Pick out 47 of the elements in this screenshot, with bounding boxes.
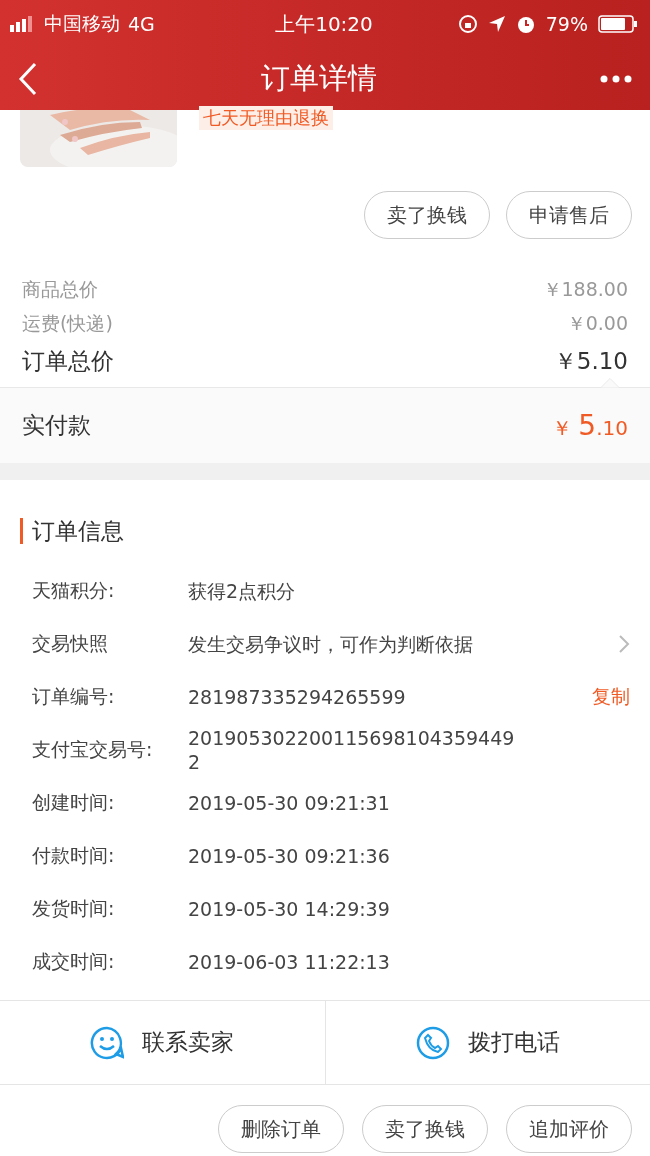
action-button[interactable]: 卖了换钱 [362, 1105, 488, 1153]
info-value: 2019-05-30 09:21:36 [188, 843, 391, 868]
action-button[interactable]: 删除订单 [218, 1105, 344, 1153]
info-value: 发生交易争议时，可作为判断依据 [188, 631, 474, 656]
paid-label: 实付款 [22, 411, 91, 440]
chevron-right-icon [618, 633, 630, 654]
phone-icon [415, 1025, 450, 1060]
contact-button[interactable]: 联系卖家 [0, 1001, 325, 1084]
info-value: 2019-05-30 14:29:39 [188, 896, 391, 921]
contact-button[interactable]: 拨打电话 [324, 1001, 650, 1084]
info-value: 281987335294265599 [188, 684, 407, 709]
network-type: 4G [128, 13, 155, 35]
price-value: ￥5.10 [553, 346, 628, 376]
info-label: 订单编号: [32, 683, 116, 709]
action-button[interactable]: 追加评价 [506, 1105, 632, 1153]
action-button[interactable]: 申请售后 [506, 191, 632, 239]
alarm-icon [515, 14, 536, 34]
chat-face-icon [90, 1025, 125, 1060]
info-label: 天猫积分: [32, 577, 116, 603]
more-icon[interactable] [600, 75, 632, 83]
location-icon [487, 15, 506, 33]
info-label: 发货时间: [32, 895, 116, 921]
return-policy-tag: 七天无理由退换 [199, 106, 333, 130]
info-label: 创建时间: [32, 789, 116, 815]
carrier-name: 中国移动 [44, 11, 120, 36]
info-value: 2019-06-03 11:22:13 [188, 949, 391, 974]
info-value: 2019053022001156981043594492 [188, 725, 516, 774]
battery-percent: 79% [545, 13, 588, 35]
price-label: 运费(快递) [22, 311, 113, 336]
price-label: 商品总价 [22, 277, 98, 302]
price-label: 订单总价 [22, 346, 114, 376]
rotation-lock-icon [457, 14, 478, 34]
back-icon[interactable] [18, 62, 38, 96]
info-label: 成交时间: [32, 948, 116, 974]
action-button[interactable]: 卖了换钱 [364, 191, 490, 239]
page-title: 订单详情 [260, 60, 378, 97]
status-time: 上午10:20 [274, 10, 374, 38]
info-value: 获得2点积分 [188, 578, 297, 603]
price-value: ￥188.00 [542, 277, 628, 302]
info-label: 支付宝交易号: [32, 736, 154, 762]
info-value: 2019-05-30 09:21:31 [188, 790, 391, 815]
price-value: ￥0.00 [566, 311, 628, 336]
battery-icon [598, 15, 638, 33]
info-label: 付款时间: [32, 842, 116, 868]
paid-amount: ￥ 5.10 [552, 409, 628, 442]
section-title: 订单信息 [20, 518, 630, 544]
info-label: 交易快照 [32, 630, 109, 656]
